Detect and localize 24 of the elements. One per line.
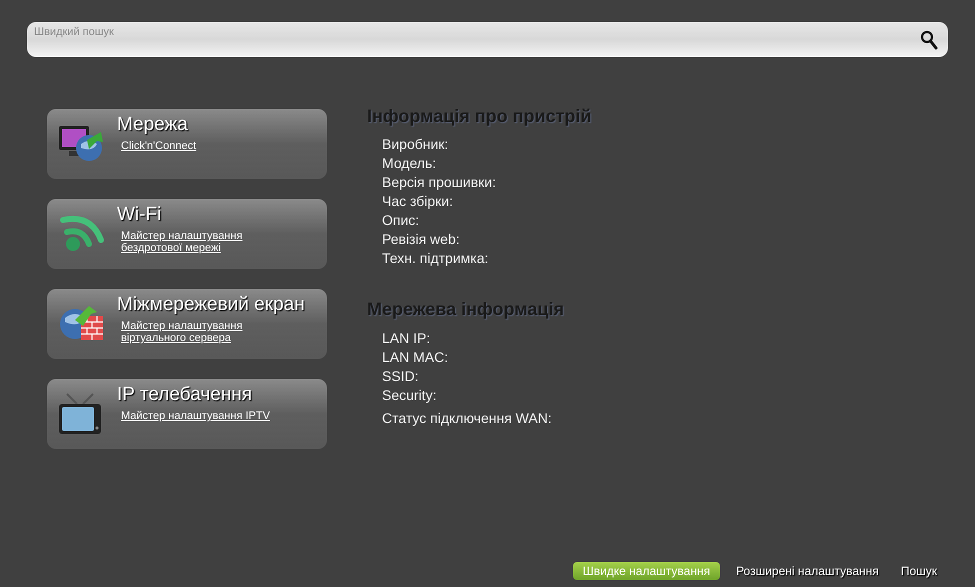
wizard-link[interactable]: Майстер налаштування бездротової мережі bbox=[121, 230, 286, 254]
wizard-link[interactable]: Click'n'Connect bbox=[121, 140, 286, 152]
nav-tab[interactable]: Пошук bbox=[890, 562, 947, 580]
nav-tab[interactable]: Розширені налаштування bbox=[726, 562, 889, 580]
field-label: Статус підключення WAN: bbox=[382, 409, 553, 428]
field-label: Security: bbox=[382, 386, 438, 405]
wizard-link[interactable]: Майстер налаштування IPTV bbox=[121, 410, 286, 422]
search-field[interactable]: Швидкий пошук bbox=[27, 22, 948, 57]
field-label: Техн. підтримка: bbox=[382, 249, 490, 268]
field-label: Час збірки: bbox=[382, 192, 454, 211]
card-title: Міжмережевий екран bbox=[117, 293, 305, 317]
field-label: Версія прошивки: bbox=[382, 173, 497, 192]
field-label: Виробник: bbox=[382, 135, 450, 154]
search-icon[interactable] bbox=[920, 30, 938, 50]
field-label: SSID: bbox=[382, 367, 420, 386]
field-label: LAN IP: bbox=[382, 329, 432, 348]
wizard-link[interactable]: Майстер налаштування віртуального сервера bbox=[121, 320, 286, 344]
card-title: Wi-Fi bbox=[117, 203, 162, 227]
field-label: Модель: bbox=[382, 154, 438, 173]
card-title: Мережа bbox=[117, 113, 189, 137]
field-label: Ревізія web: bbox=[382, 230, 461, 249]
field-label: Опис: bbox=[382, 211, 420, 230]
card-title: IP телебачення bbox=[117, 383, 254, 407]
field-label: LAN MAC: bbox=[382, 348, 450, 367]
